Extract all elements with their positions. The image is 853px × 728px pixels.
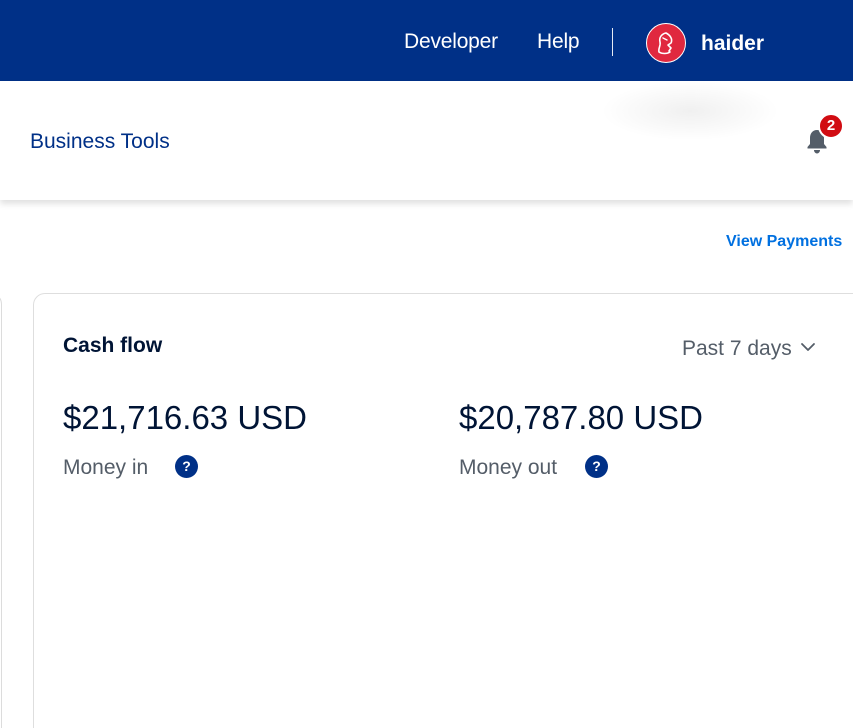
chevron-down-icon — [800, 333, 816, 359]
money-in-amount: $21,716.63 USD — [63, 399, 308, 436]
help-link[interactable]: Help — [537, 29, 580, 55]
nav-divider — [612, 28, 613, 56]
page: Developer Help haider Business Tools 2 V… — [0, 0, 853, 728]
money-out-label: Money out — [459, 456, 558, 479]
money-out-amount: $20,787.80 USD — [459, 399, 704, 436]
avatar[interactable] — [646, 23, 686, 63]
top-nav-bar: Developer Help haider — [0, 0, 853, 81]
avatar-user-icon — [657, 32, 673, 55]
money-in-label: Money in — [63, 456, 149, 479]
business-tools-link[interactable]: Business Tools — [30, 129, 170, 155]
money-out-help-icon[interactable]: ? — [585, 455, 608, 478]
period-value: Past 7 days — [682, 337, 792, 360]
view-payments-link[interactable]: View Payments — [726, 232, 842, 252]
username[interactable]: haider — [701, 31, 764, 57]
developer-link[interactable]: Developer — [404, 29, 498, 55]
cash-flow-title: Cash flow — [63, 334, 163, 357]
previous-card — [0, 293, 2, 728]
period-dropdown[interactable]: Past 7 days — [682, 333, 816, 362]
money-in-help-icon[interactable]: ? — [175, 455, 198, 478]
sub-header: Business Tools — [0, 81, 853, 200]
header-glow — [600, 81, 780, 141]
notification-count-badge: 2 — [818, 113, 844, 139]
